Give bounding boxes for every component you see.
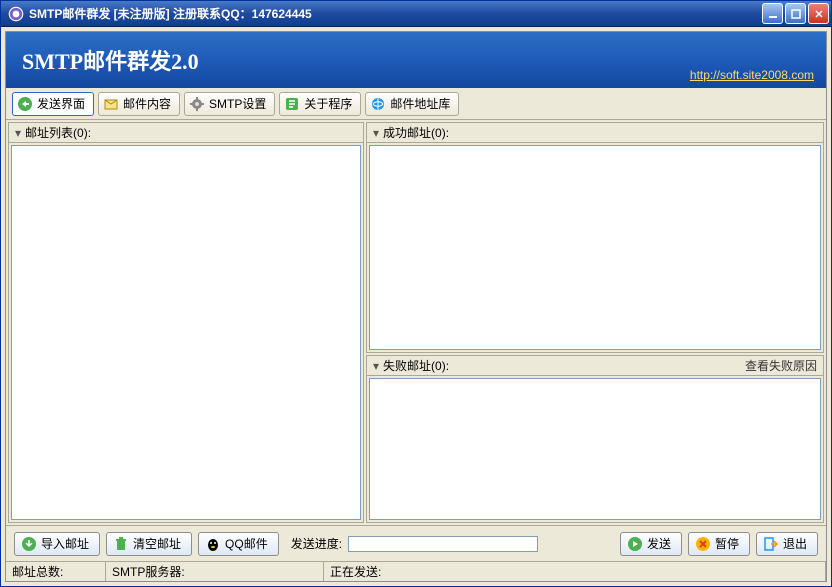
bottom-bar: 导入邮址 清空邮址 QQ邮件 发送进度: 发送 暂停 xyxy=(6,525,826,561)
send-button[interactable]: 发送 xyxy=(620,532,682,556)
qq-icon xyxy=(205,536,221,552)
header-link[interactable]: http://soft.site2008.com xyxy=(690,68,814,82)
close-icon xyxy=(814,9,824,19)
chevron-down-icon: ▾ xyxy=(373,359,379,373)
right-column: ▾ 成功邮址(0): ▾ 失败邮址(0): 查看失败原因 xyxy=(366,122,824,523)
clear-address-button[interactable]: 清空邮址 xyxy=(106,532,192,556)
tab-mail-content[interactable]: 邮件内容 xyxy=(98,92,180,116)
success-body[interactable] xyxy=(369,145,821,350)
tab-label: 发送界面 xyxy=(37,95,85,112)
close-button[interactable] xyxy=(808,3,829,24)
minimize-button[interactable] xyxy=(762,3,783,24)
maximize-button[interactable] xyxy=(785,3,806,24)
qq-mail-button[interactable]: QQ邮件 xyxy=(198,532,279,556)
window-controls xyxy=(762,3,829,24)
progress-bar xyxy=(348,536,538,552)
address-list-label: 邮址列表(0): xyxy=(25,124,91,141)
app-icon xyxy=(7,5,25,23)
header-title: SMTP邮件群发2.0 xyxy=(22,44,199,76)
tab-label: 邮件地址库 xyxy=(390,95,450,112)
address-list-header: ▾ 邮址列表(0): xyxy=(9,123,363,143)
status-smtp: SMTP服务器: xyxy=(106,562,324,581)
chevron-down-icon: ▾ xyxy=(373,126,379,140)
success-panel: ▾ 成功邮址(0): xyxy=(366,122,824,353)
fail-label: 失败邮址(0): xyxy=(383,357,449,374)
view-fail-reason-link[interactable]: 查看失败原因 xyxy=(745,357,817,374)
tab-label: SMTP设置 xyxy=(209,95,266,112)
success-header: ▾ 成功邮址(0): xyxy=(367,123,823,143)
progress-label: 发送进度: xyxy=(291,535,342,552)
clear-icon xyxy=(113,536,129,552)
fail-body[interactable] xyxy=(369,378,821,520)
button-label: QQ邮件 xyxy=(225,535,268,552)
header-banner: SMTP邮件群发2.0 http://soft.site2008.com xyxy=(6,32,826,88)
address-db-icon xyxy=(370,96,386,112)
button-label: 导入邮址 xyxy=(41,535,89,552)
tab-about[interactable]: 关于程序 xyxy=(279,92,361,116)
statusbar: 邮址总数: SMTP服务器: 正在发送: xyxy=(6,561,826,581)
app-window: SMTP邮件群发 [未注册版] 注册联系QQ：147624445 SMTP邮件群… xyxy=(0,0,832,587)
import-address-button[interactable]: 导入邮址 xyxy=(14,532,100,556)
about-icon xyxy=(284,96,300,112)
success-label: 成功邮址(0): xyxy=(383,124,449,141)
mail-content-icon xyxy=(103,96,119,112)
tab-label: 邮件内容 xyxy=(123,95,171,112)
smtp-settings-icon xyxy=(189,96,205,112)
address-list-panel: ▾ 邮址列表(0): xyxy=(8,122,364,523)
tab-send-interface[interactable]: 发送界面 xyxy=(12,92,94,116)
button-label: 暂停 xyxy=(715,535,739,552)
toolbar: 发送界面 邮件内容 SMTP设置 关于程序 邮件地址库 xyxy=(6,88,826,120)
exit-icon xyxy=(763,536,779,552)
pause-icon xyxy=(695,536,711,552)
titlebar[interactable]: SMTP邮件群发 [未注册版] 注册联系QQ：147624445 xyxy=(1,1,831,27)
button-label: 清空邮址 xyxy=(133,535,181,552)
inner-frame: SMTP邮件群发2.0 http://soft.site2008.com 发送界… xyxy=(5,31,827,582)
tab-label: 关于程序 xyxy=(304,95,352,112)
content-area: ▾ 邮址列表(0): ▾ 成功邮址(0): ▾ xyxy=(6,120,826,525)
button-label: 退出 xyxy=(783,535,807,552)
status-sending: 正在发送: xyxy=(324,562,826,581)
address-list-body[interactable] xyxy=(11,145,361,520)
fail-panel: ▾ 失败邮址(0): 查看失败原因 xyxy=(366,355,824,523)
exit-button[interactable]: 退出 xyxy=(756,532,818,556)
tab-address-db[interactable]: 邮件地址库 xyxy=(365,92,459,116)
import-icon xyxy=(21,536,37,552)
send-interface-icon xyxy=(17,96,33,112)
tab-smtp-settings[interactable]: SMTP设置 xyxy=(184,92,275,116)
pause-button[interactable]: 暂停 xyxy=(688,532,750,556)
button-label: 发送 xyxy=(647,535,671,552)
window-title: SMTP邮件群发 [未注册版] 注册联系QQ：147624445 xyxy=(29,5,762,22)
fail-header: ▾ 失败邮址(0): 查看失败原因 xyxy=(367,356,823,376)
left-column: ▾ 邮址列表(0): xyxy=(8,122,364,523)
minimize-icon xyxy=(768,9,778,19)
chevron-down-icon: ▾ xyxy=(15,126,21,140)
maximize-icon xyxy=(791,9,801,19)
send-icon xyxy=(627,536,643,552)
status-total: 邮址总数: xyxy=(6,562,106,581)
